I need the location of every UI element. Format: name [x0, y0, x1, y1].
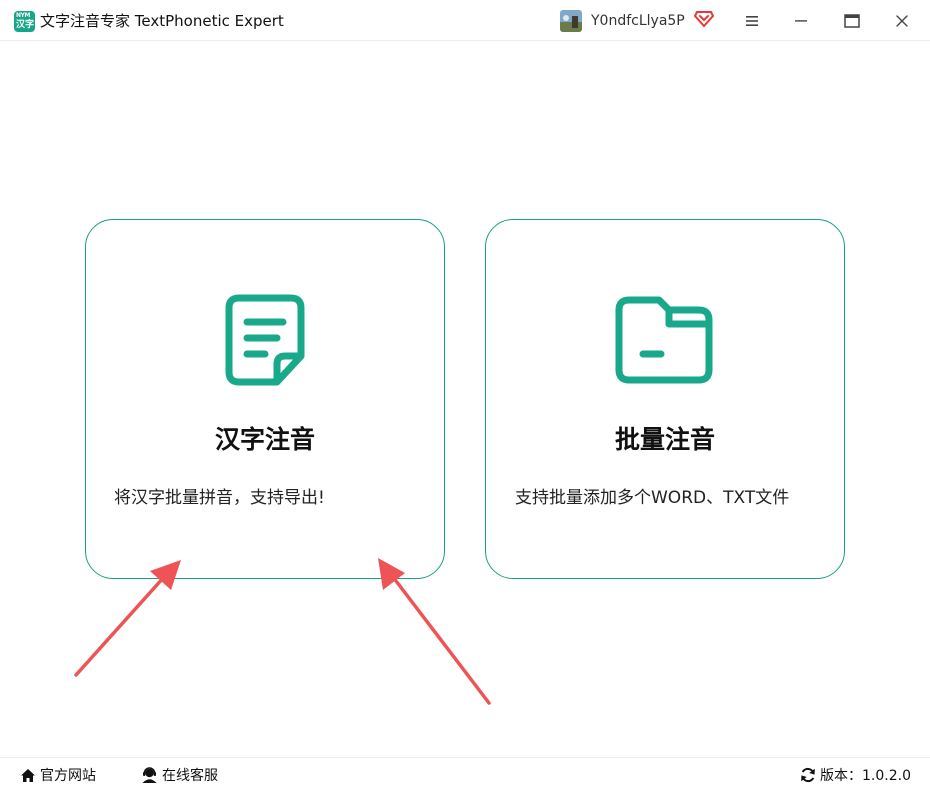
online-service-label: 在线客服 — [162, 768, 218, 784]
close-icon — [896, 15, 908, 27]
app-logo-top-text: NYM — [16, 12, 30, 19]
home-icon — [21, 768, 35, 782]
official-website-label: 官方网站 — [40, 768, 96, 784]
online-service-link[interactable]: 在线客服 — [141, 764, 218, 786]
app-logo: NYM 汉字 — [14, 11, 35, 32]
card-batch-phonetic[interactable]: 批量注音 支持批量添加多个WORD、TXT文件 — [485, 219, 845, 579]
minimize-icon — [795, 20, 807, 22]
hamburger-icon — [746, 16, 758, 26]
menu-button[interactable] — [735, 6, 769, 36]
vip-diamond-icon[interactable] — [694, 10, 714, 28]
card-description: 支持批量添加多个WORD、TXT文件 — [515, 488, 790, 508]
annotation-arrow-right — [378, 558, 491, 705]
card-title: 汉字注音 — [214, 425, 315, 454]
folder-icon — [610, 290, 720, 390]
close-button[interactable] — [885, 6, 919, 36]
maximize-button[interactable] — [835, 6, 869, 36]
version-label: 版本：1.0.2.0 — [820, 768, 911, 784]
card-description: 将汉字批量拼音，支持导出! — [114, 488, 325, 508]
refresh-icon — [801, 767, 815, 783]
document-icon — [210, 290, 320, 390]
footer-bar: 官方网站 在线客服 版本：1.0.2.0 — [0, 757, 930, 790]
minimize-button[interactable] — [784, 6, 818, 36]
card-chinese-phonetic[interactable]: 汉字注音 将汉字批量拼音，支持导出! — [85, 219, 445, 579]
customer-service-icon — [142, 767, 157, 783]
maximize-icon — [844, 14, 860, 28]
title-bar: NYM 汉字 文字注音专家 TextPhonetic Expert Y0ndfc… — [0, 0, 930, 41]
user-avatar[interactable] — [560, 10, 582, 32]
username[interactable]: Y0ndfcLlya5P — [591, 11, 685, 31]
app-title: 文字注音专家 TextPhonetic Expert — [40, 12, 284, 30]
version-info: 版本：1.0.2.0 — [800, 764, 911, 786]
official-website-link[interactable]: 官方网站 — [20, 764, 96, 786]
card-title: 批量注音 — [614, 425, 715, 454]
app-logo-bottom-text: 汉字 — [16, 20, 35, 30]
